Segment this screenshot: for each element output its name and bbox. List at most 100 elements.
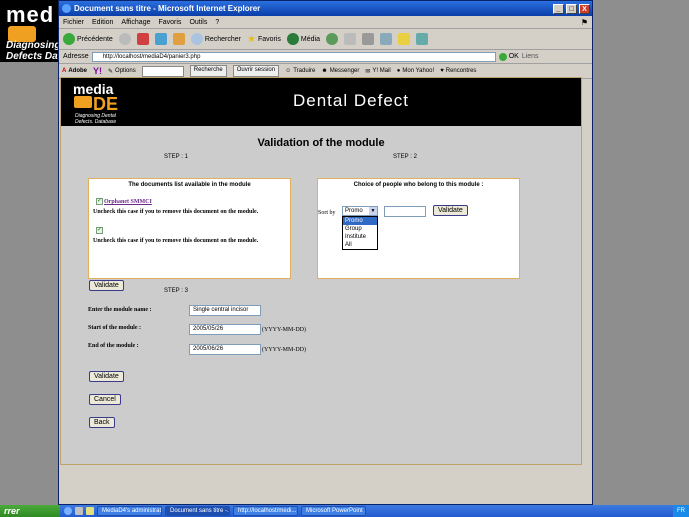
translate-button[interactable]: ☺ Traduire	[285, 68, 315, 74]
back-arrow-icon	[63, 33, 75, 45]
status-bar	[59, 493, 592, 504]
sort-by-select[interactable]: Promo ▼	[342, 206, 378, 216]
chevron-down-icon: ▼	[369, 207, 377, 215]
cancel-button[interactable]: Cancel	[89, 394, 121, 405]
session-button[interactable]: Ouvrir session	[232, 65, 280, 77]
menu-fichier[interactable]: Fichier	[63, 19, 84, 26]
links-search-field[interactable]	[141, 65, 184, 77]
myyahoo-icon: ●	[396, 68, 401, 74]
envelope-icon: ✉	[365, 68, 371, 75]
quicklaunch-ie-icon[interactable]	[64, 507, 72, 515]
media-icon	[286, 33, 299, 45]
links-label[interactable]: Liens	[522, 53, 539, 60]
start-button[interactable]: rrer	[0, 505, 60, 517]
window-title: Document sans titre - Microsoft Internet…	[74, 4, 261, 13]
history-icon[interactable]	[326, 33, 338, 45]
module-name-input[interactable]: Single central incisor	[189, 305, 261, 316]
menu-outils[interactable]: Outils	[189, 19, 207, 26]
step1-validate-button[interactable]: Validate	[89, 280, 124, 291]
quicklaunch-desktop-icon[interactable]	[75, 507, 83, 515]
option-all[interactable]: All	[343, 241, 377, 249]
documents-panel-title: The documents list available in the modu…	[128, 182, 251, 188]
print-icon[interactable]	[362, 33, 374, 45]
forward-arrow-icon[interactable]	[118, 33, 131, 45]
back-link-button[interactable]: Back	[89, 417, 115, 428]
media-button[interactable]: Média	[286, 33, 320, 45]
windows-flag-icon: ⚑	[580, 17, 588, 27]
minimize-button[interactable]: _	[553, 3, 564, 14]
start-date-input[interactable]: 2005/05/26	[189, 324, 261, 335]
menu-favoris[interactable]: Favoris	[158, 19, 181, 26]
start-date-format: (YYYY-MM-DD)	[262, 327, 306, 333]
messenger-link[interactable]: ☻ Messenger	[321, 68, 359, 74]
toolbar: Précédente Rechercher ★ Favoris Média	[59, 29, 592, 50]
module-name-label: Enter the module name :	[88, 307, 152, 313]
taskbar: rrer MediaD4's administrat... Document s…	[0, 505, 689, 517]
links-search-button[interactable]: Recherche	[189, 65, 227, 77]
menu-help[interactable]: ?	[215, 19, 219, 26]
address-input[interactable]: http://localhost/mediaD4/panier3.php	[91, 51, 496, 62]
window-titlebar[interactable]: Document sans titre - Microsoft Internet…	[59, 1, 592, 16]
documents-panel: The documents list available in the modu…	[88, 178, 291, 279]
end-date-label: End of the module :	[88, 343, 139, 349]
stop-icon[interactable]	[136, 33, 149, 45]
sort-by-dropdown: Promo Group Institute All	[342, 216, 378, 250]
maximize-button[interactable]: □	[566, 3, 577, 14]
document-checkbox-1[interactable]: ✓	[96, 198, 103, 205]
option-promo[interactable]: Promo	[343, 217, 377, 225]
people-validate-button[interactable]: Validate	[433, 205, 468, 216]
search-icon	[190, 33, 203, 45]
messenger-icon[interactable]	[416, 33, 428, 45]
document-checkbox-2[interactable]: ✓	[96, 227, 103, 234]
page-title: Validation of the module	[257, 137, 385, 149]
menu-affichage[interactable]: Affichage	[121, 19, 150, 26]
task-document-sans-titre[interactable]: Document sans titre -...	[165, 506, 230, 516]
home-icon[interactable]	[172, 33, 185, 45]
translate-icon: ☺	[285, 68, 292, 74]
favorites-button[interactable]: ★ Favoris	[247, 34, 281, 45]
validate-button[interactable]: Validate	[89, 371, 124, 382]
meet-link[interactable]: ♥ Rencontres	[440, 68, 476, 74]
options-icon: ✎	[108, 68, 114, 75]
adobe-button[interactable]: A Adobe	[62, 68, 87, 74]
browser-window: Document sans titre - Microsoft Internet…	[58, 0, 593, 505]
task-powerpoint[interactable]: Microsoft PowerPoint ...	[301, 506, 366, 516]
address-label: Adresse	[63, 53, 89, 60]
yahoo-icon: Y!	[93, 66, 103, 76]
site-banner: media DE Diagnosing Dental Defects. Datab…	[61, 78, 581, 126]
end-date-input[interactable]: 2005/06/26	[189, 344, 261, 355]
adobe-icon: A	[62, 68, 67, 74]
task-localhost[interactable]: http://localhost/medi...	[233, 506, 298, 516]
menu-bar: Fichier Edition Affichage Favoris Outils…	[59, 16, 592, 29]
folder-icon[interactable]	[398, 33, 410, 45]
address-bar: Adresse http://localhost/mediaD4/panier3…	[59, 50, 592, 64]
messenger-small-icon: ☻	[321, 68, 328, 74]
menu-edition[interactable]: Edition	[92, 19, 113, 26]
task-mediad4-admin[interactable]: MediaD4's administrat...	[97, 506, 162, 516]
search-button[interactable]: Rechercher	[190, 33, 241, 45]
language-indicator[interactable]: FR	[677, 508, 685, 514]
star-icon: ★	[247, 33, 256, 45]
myyahoo-link[interactable]: ● Mon Yahoo!	[397, 68, 434, 74]
document-link-1[interactable]: Orphanet SMMCI	[104, 199, 152, 205]
background-subtitle: Diagnosing Defects Da	[6, 40, 61, 62]
option-institute[interactable]: Institute	[343, 233, 377, 241]
start-date-label: Start of the module :	[88, 325, 141, 331]
options-button[interactable]: ✎ Options	[108, 68, 136, 75]
mail-link[interactable]: ✉ Y! Mail	[365, 68, 390, 75]
site-logo-letters: DE	[93, 94, 119, 114]
quicklaunch-explorer-icon[interactable]	[86, 507, 94, 515]
mail-icon[interactable]	[344, 33, 356, 45]
background-logo: med	[6, 2, 55, 27]
people-search-input[interactable]	[384, 206, 426, 217]
yahoo-button[interactable]: Y!	[93, 66, 102, 76]
option-group[interactable]: Group	[343, 225, 377, 233]
go-button[interactable]: OK	[498, 52, 519, 61]
meet-icon: ♥	[440, 68, 444, 74]
web-page: media DE Diagnosing Dental Defects. Datab…	[60, 77, 582, 465]
document-hint-1: Uncheck this case if you to remove this …	[93, 209, 259, 215]
edit-icon[interactable]	[380, 33, 392, 45]
refresh-icon[interactable]	[154, 33, 167, 45]
back-button[interactable]: Précédente	[63, 33, 113, 45]
close-button[interactable]: X	[579, 3, 590, 14]
